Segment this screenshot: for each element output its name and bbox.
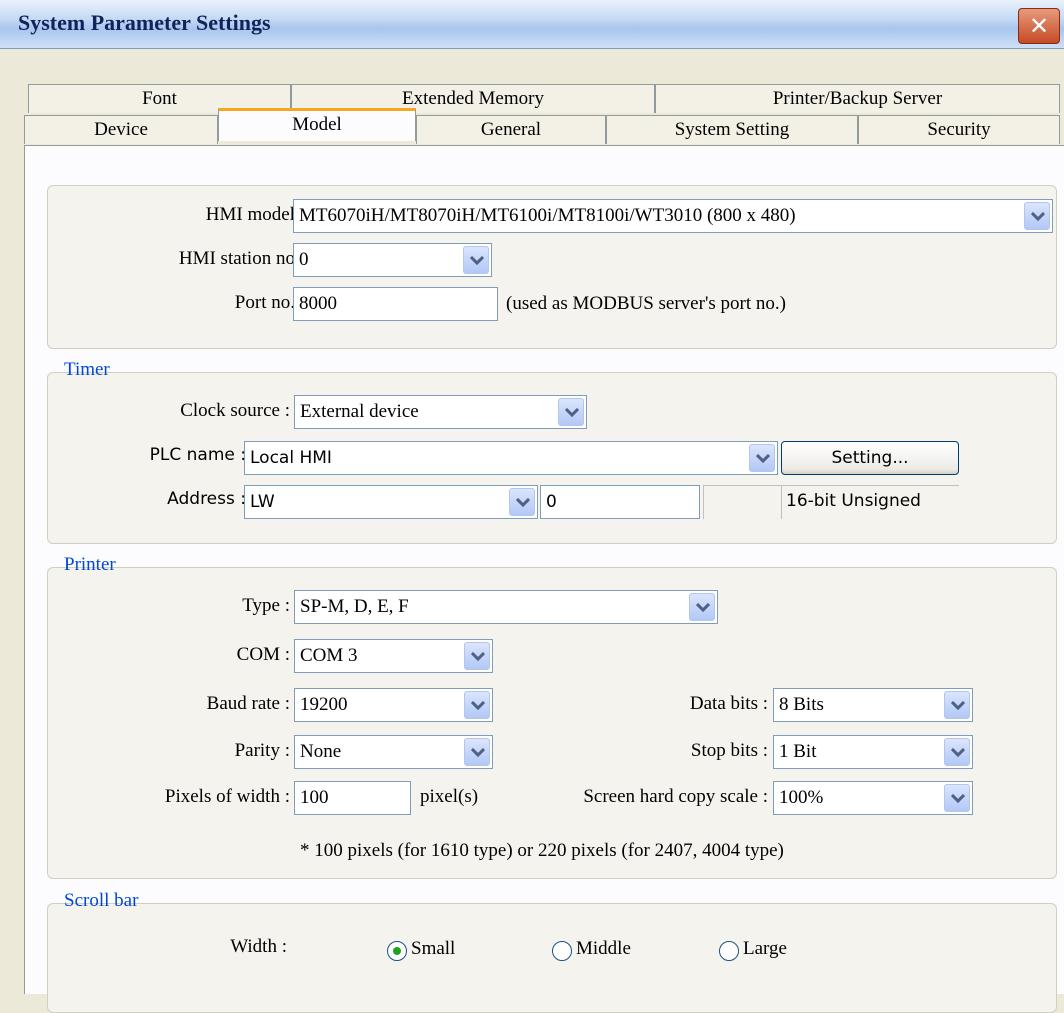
setting-button[interactable]: Setting... [781,441,959,475]
close-icon[interactable]: ✕ [1018,8,1060,44]
stop-bits-value: 1 Bit [779,741,817,762]
address-input[interactable]: 0 [540,485,700,519]
hmi-group: HMI model : MT6070iH/MT8070iH/MT6100i/MT… [47,185,1057,349]
baud-rate-value: 19200 [300,694,348,715]
model-tab-panel: HMI model : MT6070iH/MT8070iH/MT6100i/MT… [24,145,1064,1013]
printer-note: * 100 pixels (for 1610 type) or 220 pixe… [300,840,784,861]
printer-legend: Printer [64,554,116,575]
scrollbar-legend: Scroll bar [64,890,139,911]
printer-group: Printer Type : SP-M, D, E, F COM : COM 3… [47,554,1057,879]
radio-large-label[interactable]: Large [743,938,787,960]
pixels-width-label: Pixels of width : [164,786,290,807]
printer-type-label: Type : [242,595,290,616]
timer-legend: Timer [64,359,110,380]
screen-scale-label: Screen hard copy scale : [583,786,768,807]
baud-rate-label: Baud rate : [206,693,290,714]
address-label: Address : [167,489,246,509]
address-type-box: 16-bit Unsigned [781,485,959,519]
screen-scale-value: 100% [779,787,824,808]
radio-middle-label[interactable]: Middle [576,938,631,960]
plc-name-select[interactable]: Local HMI [244,441,778,475]
chevron-down-icon[interactable] [944,784,970,812]
port-note: (used as MODBUS server's port no.) [506,293,786,314]
port-input[interactable]: 8000 [293,287,498,321]
scrollbar-group: Scroll bar Width : Small Middle Large [47,890,1057,1013]
radio-selected-dot [393,947,401,955]
tab-security[interactable]: Security [858,115,1060,144]
com-label: COM : [236,644,290,665]
scrollbar-width-label: Width : [230,936,287,957]
hmi-model-label: HMI model : [205,204,305,225]
clock-source-select[interactable]: External device [294,395,587,429]
tab-general[interactable]: General [416,115,606,144]
radio-middle[interactable] [552,941,572,961]
stop-bits-label: Stop bits : [690,740,768,761]
address-device-select[interactable]: LW [244,485,538,519]
hmi-model-value: MT6070iH/MT8070iH/MT6100i/MT8100i/WT3010… [299,205,796,226]
printer-type-select[interactable]: SP-M, D, E, F [294,590,718,624]
station-label: HMI station no : [178,248,305,269]
chevron-down-icon[interactable] [509,488,535,516]
clock-source-label: Clock source : [180,400,290,421]
chevron-down-icon[interactable] [944,691,970,719]
com-value: COM 3 [300,645,358,666]
chevron-down-icon[interactable] [464,691,490,719]
title-bar: System Parameter Settings ✕ [0,0,1064,49]
chevron-down-icon[interactable] [1024,202,1050,230]
timer-group: Timer Clock source : External device PLC… [47,359,1057,544]
tab-device[interactable]: Device [24,115,218,144]
address-device-value: LW [250,492,275,512]
parity-label: Parity : [234,740,290,761]
pixels-unit-label: pixel(s) [420,786,479,807]
pixels-width-input[interactable]: 100 [294,781,411,815]
chevron-down-icon[interactable] [464,738,490,766]
radio-small-label[interactable]: Small [411,938,455,960]
chevron-down-icon[interactable] [463,246,489,274]
chevron-down-icon[interactable] [464,642,490,670]
station-value: 0 [299,249,309,270]
hmi-model-select[interactable]: MT6070iH/MT8070iH/MT6100i/MT8100i/WT3010… [293,199,1053,233]
parity-value: None [300,741,342,762]
plc-name-value: Local HMI [250,448,332,468]
window-title: System Parameter Settings [18,10,271,35]
radio-small[interactable] [387,941,407,961]
plc-name-label: PLC name : [149,445,246,465]
clock-source-value: External device [300,401,419,422]
tab-model[interactable]: Model [218,108,416,141]
chevron-down-icon[interactable] [749,444,775,472]
data-bits-value: 8 Bits [779,694,824,715]
tab-printer-backup-server[interactable]: Printer/Backup Server [655,84,1060,113]
chevron-down-icon[interactable] [689,593,715,621]
tab-system-setting[interactable]: System Setting [606,115,858,144]
baud-rate-select[interactable]: 19200 [294,688,493,722]
printer-type-value: SP-M, D, E, F [300,596,409,617]
station-select[interactable]: 0 [293,243,492,277]
chevron-down-icon[interactable] [944,738,970,766]
com-select[interactable]: COM 3 [294,639,493,673]
screen-scale-select[interactable]: 100% [773,781,973,815]
stop-bits-select[interactable]: 1 Bit [773,735,973,769]
address-blank-box [703,485,781,519]
parity-select[interactable]: None [294,735,493,769]
data-bits-label: Data bits : [689,693,768,714]
chevron-down-icon[interactable] [558,398,584,426]
data-bits-select[interactable]: 8 Bits [773,688,973,722]
radio-large[interactable] [719,941,739,961]
